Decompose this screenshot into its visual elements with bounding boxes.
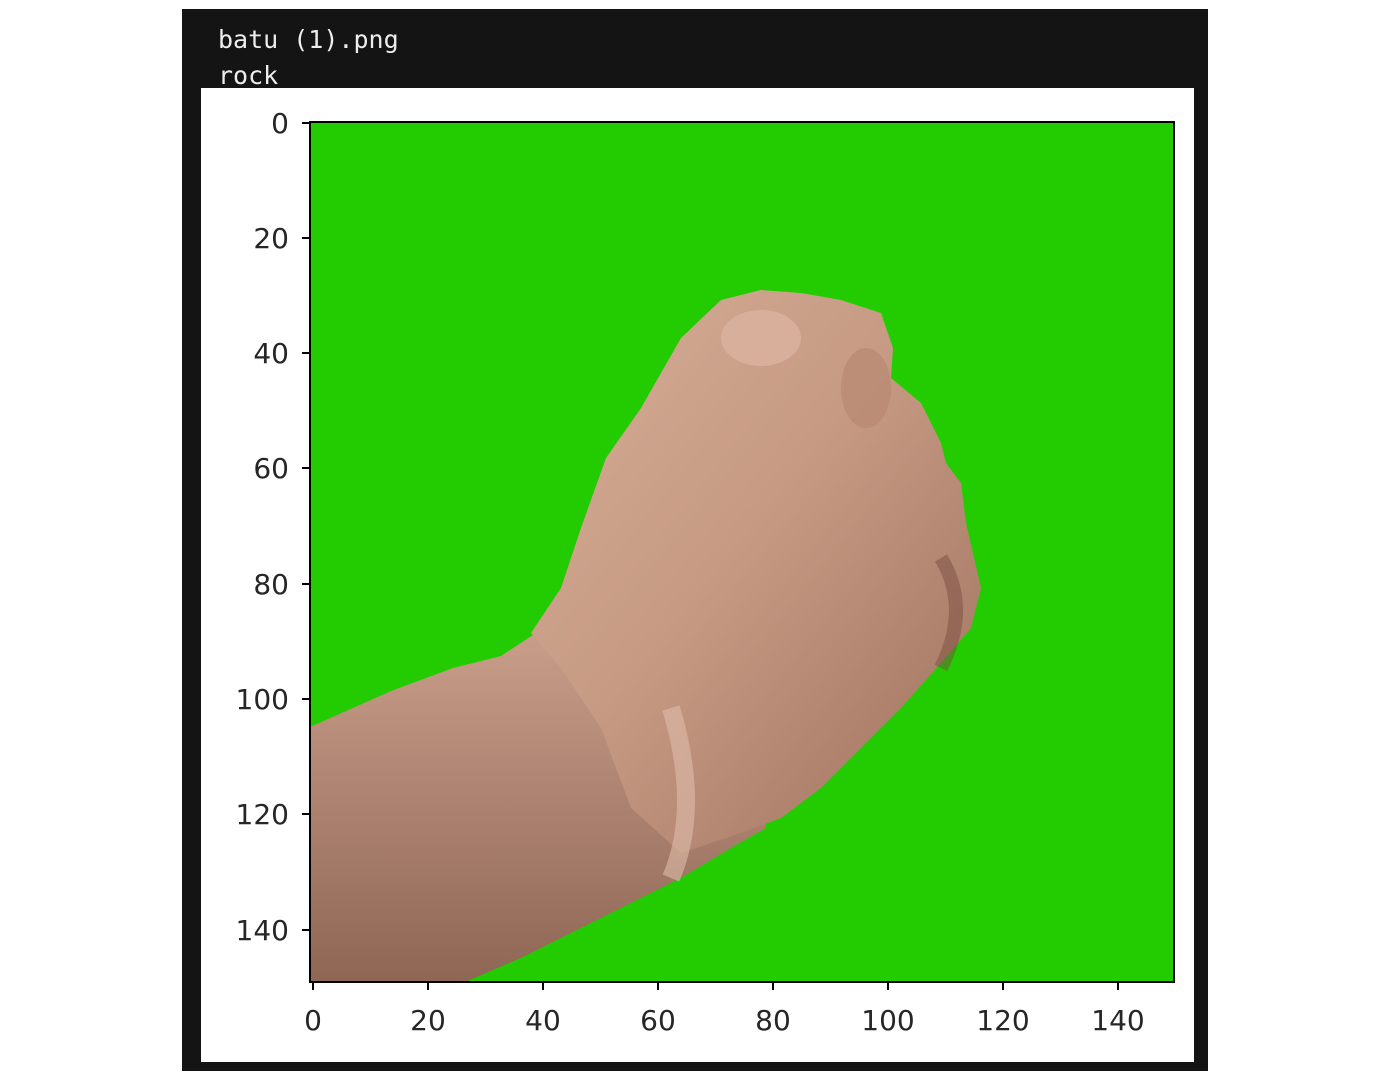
x-tick-label: 20	[410, 1004, 446, 1037]
output-filename: batu (1).png	[218, 25, 399, 54]
knuckle-shadow	[841, 348, 891, 428]
y-tick-label: 0	[271, 107, 289, 140]
y-tick-label: 140	[236, 914, 289, 947]
x-tick-label: 120	[976, 1004, 1029, 1037]
y-axis: 0 20 40 60 80 100 120 140	[236, 107, 310, 947]
x-tick-label: 100	[861, 1004, 914, 1037]
y-tick-label: 80	[253, 568, 289, 601]
x-axis: 0 20 40 60 80 100 120 140	[304, 982, 1145, 1037]
y-tick-label: 40	[253, 337, 289, 370]
x-tick-label: 60	[640, 1004, 676, 1037]
x-tick-label: 140	[1091, 1004, 1144, 1037]
x-tick-label: 40	[525, 1004, 561, 1037]
x-tick-label: 0	[304, 1004, 322, 1037]
notebook-output-cell: batu (1).png rock 0 20 40 60 80 100 120 …	[182, 9, 1208, 1071]
y-tick-label: 100	[236, 683, 289, 716]
knuckle-highlight	[721, 310, 801, 366]
image-plot: 0 20 40 60 80 100 120 140 0 20 40 60 80 …	[236, 107, 1175, 1037]
y-tick-label: 60	[253, 452, 289, 485]
plot-figure: 0 20 40 60 80 100 120 140 0 20 40 60 80 …	[201, 88, 1194, 1062]
x-tick-label: 80	[755, 1004, 791, 1037]
y-tick-label: 120	[236, 798, 289, 831]
output-label: rock	[218, 61, 279, 90]
y-tick-label: 20	[253, 222, 289, 255]
